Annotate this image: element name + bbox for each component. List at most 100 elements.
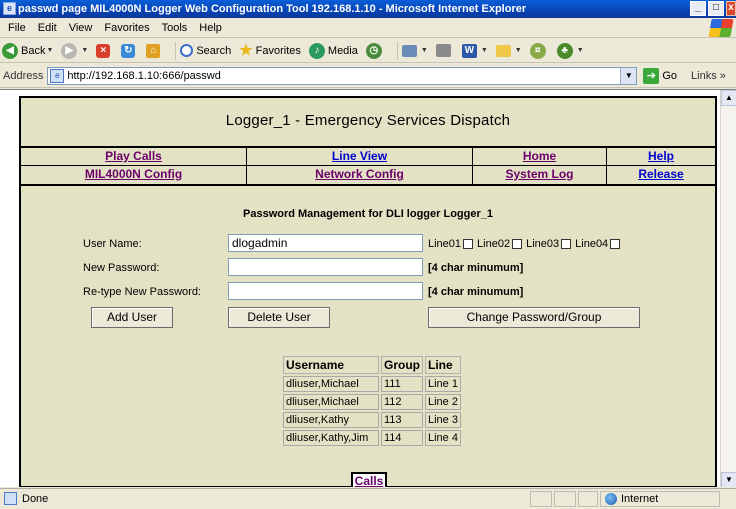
scroll-up-icon[interactable]: ▲ bbox=[721, 90, 736, 106]
address-label: Address bbox=[3, 69, 44, 82]
nav-cell-mil4000n-config: MIL4000N Config bbox=[21, 166, 247, 184]
page-title: Logger_1 - Emergency Services Dispatch bbox=[225, 112, 511, 129]
messenger-button[interactable]: ♣ ▼ bbox=[556, 42, 584, 59]
forward-arrow-icon: ▶ bbox=[61, 42, 78, 59]
cell-group: 111 bbox=[381, 376, 423, 392]
line03-label: Line03 bbox=[526, 238, 560, 250]
back-dropdown-icon[interactable]: ▼ bbox=[46, 47, 53, 54]
status-text: Done bbox=[22, 493, 49, 505]
cell-username: dliuser,Michael bbox=[283, 376, 379, 392]
nav-cell-play-calls: Play Calls bbox=[21, 148, 247, 165]
internet-globe-icon bbox=[605, 493, 617, 505]
cell-line: Line 2 bbox=[425, 394, 461, 410]
nav-link-mil4000n-config[interactable]: MIL4000N Config bbox=[85, 167, 182, 181]
messenger-dropdown-icon[interactable]: ▼ bbox=[577, 47, 584, 54]
links-button[interactable]: Links » bbox=[691, 70, 726, 82]
go-button[interactable]: ➔ Go bbox=[643, 67, 678, 84]
media-button[interactable]: ♪ Media bbox=[308, 42, 358, 59]
search-button[interactable]: Search bbox=[180, 44, 231, 57]
go-arrow-icon: ➔ bbox=[643, 67, 660, 84]
forward-dropdown-icon[interactable]: ▼ bbox=[81, 47, 88, 54]
edit-button[interactable]: W ▼ bbox=[461, 43, 488, 58]
nav-link-system-log[interactable]: System Log bbox=[505, 167, 573, 181]
maximize-button[interactable]: □ bbox=[708, 1, 724, 16]
windows-logo-icon bbox=[708, 19, 734, 37]
home-icon: ⌂ bbox=[146, 43, 161, 58]
history-button[interactable]: ◷ bbox=[365, 42, 385, 59]
retype-password-label: Re-type New Password: bbox=[83, 286, 201, 298]
nav-cell-home: Home bbox=[473, 148, 607, 165]
nav-link-home[interactable]: Home bbox=[523, 149, 556, 163]
page-viewport: Logger_1 - Emergency Services Dispatch P… bbox=[0, 89, 736, 487]
back-arrow-icon: ◀ bbox=[2, 42, 18, 59]
favorites-button[interactable]: ★ Favorites bbox=[239, 42, 301, 59]
cell-group: 112 bbox=[381, 394, 423, 410]
window-title-bar[interactable]: e passwd page MIL4000N Logger Web Config… bbox=[0, 0, 736, 18]
change-password-group-button[interactable]: Change Password/Group bbox=[428, 307, 640, 328]
menu-favorites[interactable]: Favorites bbox=[98, 22, 155, 34]
menu-view[interactable]: View bbox=[63, 22, 99, 34]
address-input[interactable]: e http://192.168.1.10:666/passwd ▼ bbox=[47, 66, 638, 85]
mail-button[interactable]: ▼ bbox=[401, 44, 428, 57]
retype-password-input[interactable] bbox=[228, 282, 423, 300]
mail-icon bbox=[401, 44, 417, 57]
nav-link-release[interactable]: Release bbox=[638, 167, 683, 181]
toolbar-separator bbox=[175, 41, 177, 60]
address-dropdown-icon[interactable]: ▼ bbox=[620, 67, 637, 84]
cell-line: Line 4 bbox=[425, 430, 461, 446]
table-row: dliuser,Michael 112 Line 2 bbox=[283, 394, 461, 410]
forward-button[interactable]: ▶ ▼ bbox=[61, 42, 88, 59]
refresh-button[interactable]: ↻ bbox=[121, 43, 138, 58]
add-user-button[interactable]: Add User bbox=[91, 307, 173, 328]
cell-username: dliuser,Kathy,Jim bbox=[283, 430, 379, 446]
line01-checkbox[interactable] bbox=[463, 239, 474, 249]
address-url[interactable]: http://192.168.1.10:666/passwd bbox=[67, 70, 221, 82]
menu-file[interactable]: File bbox=[2, 22, 32, 34]
home-button[interactable]: ⌂ bbox=[146, 43, 163, 58]
menu-tools[interactable]: Tools bbox=[156, 22, 194, 34]
username-input[interactable] bbox=[228, 234, 423, 252]
nav-cell-release: Release bbox=[607, 166, 715, 184]
research-button[interactable]: ¤ bbox=[529, 42, 549, 59]
line02-checkbox[interactable] bbox=[512, 239, 523, 249]
line04-checkbox[interactable] bbox=[610, 239, 621, 249]
delete-user-button[interactable]: Delete User bbox=[228, 307, 330, 328]
nav-cell-system-log: System Log bbox=[473, 166, 607, 184]
folder-icon bbox=[495, 44, 511, 57]
toolbar-separator bbox=[396, 41, 398, 60]
folder-button[interactable]: ▼ bbox=[495, 44, 522, 57]
cell-line: Line 1 bbox=[425, 376, 461, 392]
scroll-down-icon[interactable]: ▼ bbox=[721, 472, 736, 487]
standard-toolbar: ◀ Back ▼ ▶ ▼ × ↻ ⌂ Search ★ Favorites ♪ … bbox=[0, 39, 736, 63]
page-icon: e bbox=[50, 68, 65, 83]
vertical-scrollbar[interactable]: ▲ ▼ bbox=[720, 90, 736, 487]
nav-link-play-calls[interactable]: Play Calls bbox=[105, 149, 162, 163]
nav-link-line-view[interactable]: Line View bbox=[332, 149, 387, 163]
nav-link-network-config[interactable]: Network Config bbox=[315, 167, 404, 181]
minimize-button[interactable]: _ bbox=[690, 1, 706, 16]
logger-page-frame: Logger_1 - Emergency Services Dispatch P… bbox=[19, 96, 717, 487]
username-label: User Name: bbox=[83, 238, 142, 250]
folder-dropdown-icon[interactable]: ▼ bbox=[515, 47, 522, 54]
menu-edit[interactable]: Edit bbox=[32, 22, 63, 34]
users-table: Username Group Line dliuser,Michael 111 … bbox=[281, 354, 463, 448]
nav-cell-help: Help bbox=[607, 148, 715, 165]
nav-link-help[interactable]: Help bbox=[648, 149, 674, 163]
line-checkboxes: Line01 Line02 Line03 Line04 bbox=[428, 238, 624, 250]
edit-dropdown-icon[interactable]: ▼ bbox=[481, 47, 488, 54]
header-line: Line bbox=[425, 356, 461, 374]
nav-row-2: MIL4000N Config Network Config System Lo… bbox=[21, 166, 715, 184]
close-button[interactable]: x bbox=[726, 1, 736, 16]
new-password-input[interactable] bbox=[228, 258, 423, 276]
stop-button[interactable]: × bbox=[96, 43, 113, 58]
cell-line: Line 3 bbox=[425, 412, 461, 428]
nav-table: Play Calls Line View Home Help MIL4000N … bbox=[21, 146, 715, 186]
page-done-icon bbox=[4, 492, 17, 505]
line03-checkbox[interactable] bbox=[561, 239, 572, 249]
mail-dropdown-icon[interactable]: ▼ bbox=[421, 47, 428, 54]
print-button[interactable] bbox=[435, 44, 454, 57]
menu-help[interactable]: Help bbox=[193, 22, 228, 34]
back-button[interactable]: ◀ Back ▼ bbox=[2, 42, 53, 59]
go-label: Go bbox=[662, 69, 678, 82]
calls-link[interactable]: Calls bbox=[355, 474, 384, 487]
